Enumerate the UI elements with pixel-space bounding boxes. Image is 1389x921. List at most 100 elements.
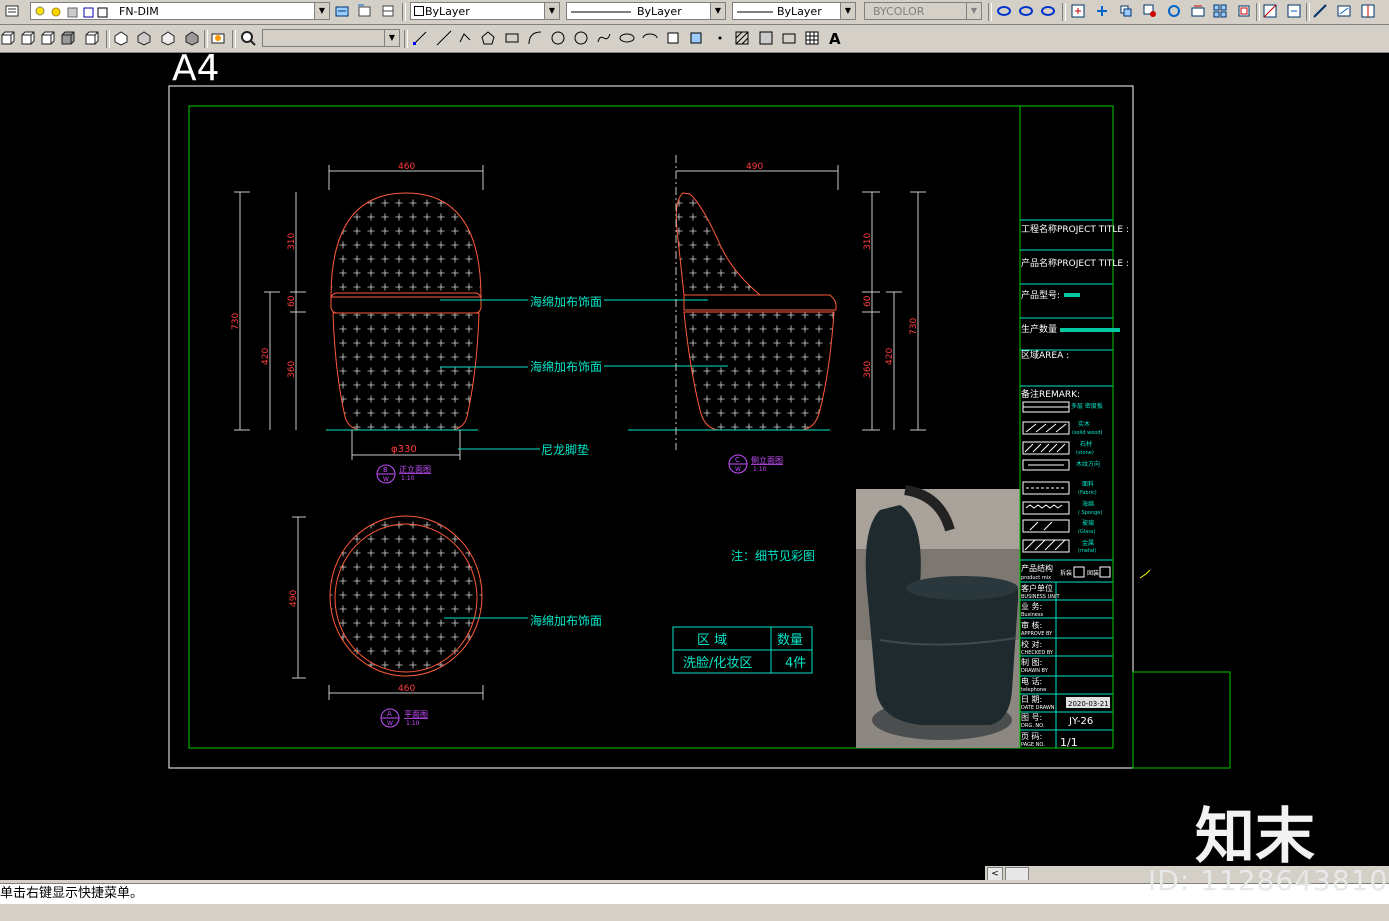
- line-icon[interactable]: [412, 30, 428, 46]
- chevron-down-icon[interactable]: ▼: [384, 30, 399, 46]
- construction-line-icon[interactable]: [436, 30, 452, 46]
- polyline-icon[interactable]: [458, 30, 474, 46]
- modify-extend-icon[interactable]: [1286, 3, 1302, 19]
- tb-option-a: 拆装: [1060, 569, 1072, 577]
- dim-text: 60: [287, 295, 297, 307]
- tb-product-model: 产品型号:: [1021, 289, 1060, 301]
- drawing-canvas[interactable]: A4 460 730 420 310 60 360 φ330 B W 正立面图 …: [0, 53, 1389, 866]
- orbit-free-icon[interactable]: [1018, 3, 1034, 19]
- arc-icon[interactable]: [527, 30, 543, 46]
- orbit-continuous-icon[interactable]: [1040, 3, 1056, 19]
- scroll-thumb[interactable]: [1005, 867, 1029, 881]
- cone-icon[interactable]: [40, 30, 56, 46]
- cylinder-icon[interactable]: [84, 30, 100, 46]
- modify-trim-icon[interactable]: [1262, 3, 1278, 19]
- color-value: ByLayer: [425, 5, 470, 18]
- table-header: 区 域: [697, 633, 727, 648]
- command-line-text: 单击右键显示快捷菜单。: [0, 886, 144, 901]
- chevron-down-icon[interactable]: ▼: [710, 3, 725, 19]
- dim-text: 490: [289, 590, 299, 607]
- orbit-icon[interactable]: [996, 3, 1012, 19]
- hatch-icon[interactable]: [734, 30, 750, 46]
- layer-tools-icon[interactable]: [380, 3, 396, 19]
- modify-stretch-icon[interactable]: [1190, 3, 1206, 19]
- modify-move-icon[interactable]: [1070, 3, 1086, 19]
- modify-mirror-icon[interactable]: [1118, 3, 1134, 19]
- box-icon[interactable]: [0, 30, 16, 46]
- table-header: 数量: [777, 633, 803, 648]
- circle-icon[interactable]: [550, 30, 566, 46]
- modify-scale-icon[interactable]: [1166, 3, 1182, 19]
- modify-rotate-icon[interactable]: [1142, 3, 1158, 19]
- spline-icon[interactable]: [596, 30, 612, 46]
- view-tag-letter: A: [387, 710, 392, 718]
- watermark-logo: 知末: [1195, 802, 1315, 872]
- dim-text: 460: [398, 684, 415, 694]
- tb-date-value: 2020-03-21: [1068, 700, 1109, 708]
- zoom-icon[interactable]: [240, 30, 256, 46]
- dim-text: φ330: [391, 444, 417, 455]
- multiline-text-icon[interactable]: A: [827, 30, 843, 46]
- layer-manager-icon[interactable]: [4, 3, 20, 19]
- toolbar-separator: [232, 30, 236, 48]
- view-tag-sub: W: [387, 720, 393, 727]
- checkbox-a[interactable]: [1073, 566, 1085, 578]
- view-combo[interactable]: ▼: [262, 29, 400, 47]
- title-block: 工程名称PROJECT TITLE : 产品名称PROJECT TITLE : …: [1019, 106, 1129, 749]
- linetype-combo[interactable]: ByLayer ▼: [566, 2, 726, 20]
- modify-chamfer-icon[interactable]: [1360, 3, 1376, 19]
- camera-icon[interactable]: [210, 30, 226, 46]
- chevron-down-icon[interactable]: ▼: [314, 3, 329, 19]
- table-icon[interactable]: [804, 30, 820, 46]
- region-icon[interactable]: [781, 30, 797, 46]
- make-block-icon[interactable]: [688, 30, 704, 46]
- modify-array-icon[interactable]: [1212, 3, 1228, 19]
- legend-label: 玻璃: [1082, 519, 1094, 527]
- checkbox-b[interactable]: [1099, 566, 1111, 578]
- tb-product-structure-en: product mix: [1021, 575, 1051, 581]
- wedge-icon[interactable]: [20, 30, 36, 46]
- linetype-value: ByLayer: [637, 5, 682, 18]
- chevron-down-icon[interactable]: ▼: [840, 3, 855, 19]
- plotstyle-combo[interactable]: BYCOLOR ▼: [864, 2, 982, 20]
- polygon-icon[interactable]: [480, 30, 496, 46]
- modify-copy-icon[interactable]: [1094, 3, 1110, 19]
- plan-view: 490 460 A W 平面图 1:10: [289, 515, 528, 728]
- legend-label: 石材: [1080, 440, 1092, 448]
- scroll-left-arrow[interactable]: <: [987, 867, 1003, 881]
- tb-check: 校 对:: [1021, 639, 1042, 649]
- tb-product-title: 产品名称PROJECT TITLE :: [1021, 257, 1129, 269]
- color-combo[interactable]: ByLayer ▼: [410, 2, 560, 20]
- rectangle-icon[interactable]: [504, 30, 520, 46]
- view-tag-sub: W: [735, 466, 741, 473]
- chevron-down-icon[interactable]: ▼: [966, 3, 981, 19]
- insert-block-icon[interactable]: [665, 30, 681, 46]
- view-front-icon[interactable]: [136, 30, 152, 46]
- tb-client: 客户单位: [1021, 583, 1053, 593]
- revision-cloud-icon[interactable]: [573, 30, 589, 46]
- tb-page-value: 1/1: [1060, 736, 1078, 749]
- view-side-icon[interactable]: [160, 30, 176, 46]
- legend-label: 木纹方向: [1076, 460, 1100, 468]
- tb-phone-en: telephone: [1021, 687, 1046, 693]
- sphere-icon[interactable]: [60, 30, 76, 46]
- side-elevation: 490 310 60 360 420 730 C W 侧立面图 1:10: [604, 155, 926, 474]
- legend-label-en: (metal): [1078, 548, 1096, 554]
- lineweight-combo[interactable]: ByLayer ▼: [732, 2, 856, 20]
- gradient-icon[interactable]: [758, 30, 774, 46]
- layer-combo[interactable]: FN-DIM ▼: [30, 2, 330, 20]
- chevron-down-icon[interactable]: ▼: [544, 3, 559, 19]
- ellipse-arc-icon[interactable]: [642, 30, 658, 46]
- plan-outer-ellipse: [329, 515, 483, 677]
- view-top-icon[interactable]: [113, 30, 129, 46]
- toolbar-separator: [404, 30, 408, 48]
- modify-offset-icon[interactable]: [1236, 3, 1252, 19]
- ellipse-icon[interactable]: [619, 30, 635, 46]
- modify-break-icon[interactable]: [1312, 3, 1328, 19]
- layer-previous-icon[interactable]: [356, 3, 372, 19]
- point-icon[interactable]: [712, 30, 728, 46]
- make-current-icon[interactable]: [334, 3, 350, 19]
- view-iso-icon[interactable]: [184, 30, 200, 46]
- quantity-table: 区 域 数量 洗脸/化妆区 4件: [672, 626, 813, 674]
- modify-join-icon[interactable]: [1336, 3, 1352, 19]
